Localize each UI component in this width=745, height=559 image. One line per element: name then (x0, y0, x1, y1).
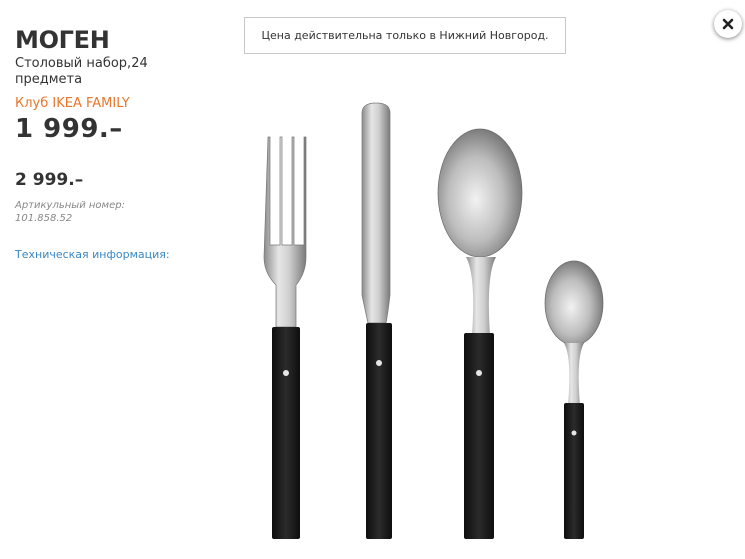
price-region-notice: Цена действительна только в Нижний Новго… (244, 17, 566, 54)
family-price: 1 999.– (15, 114, 123, 144)
spoon (437, 128, 523, 539)
product-description: Столовый набор,24 предмета (15, 56, 148, 87)
product-info: МОГЕН Столовый набор,24 предмета Клуб IK… (15, 26, 215, 262)
article-number: Артикульный номер: 101.858.52 (15, 200, 125, 224)
technical-info-link[interactable]: Техническая информация: (15, 248, 215, 262)
product-title: МОГЕН (15, 26, 110, 54)
price-region-notice-text: Цена действительна только в Нижний Новго… (261, 29, 549, 42)
close-button[interactable] (714, 10, 742, 38)
regular-price: 2 999.– (15, 170, 84, 190)
teaspoon (544, 260, 604, 539)
fork (263, 136, 307, 539)
close-icon (722, 18, 734, 30)
knife (361, 102, 392, 539)
family-club-label: Клуб IKEA FAMILY (15, 96, 130, 111)
cutlery-image (263, 102, 604, 539)
